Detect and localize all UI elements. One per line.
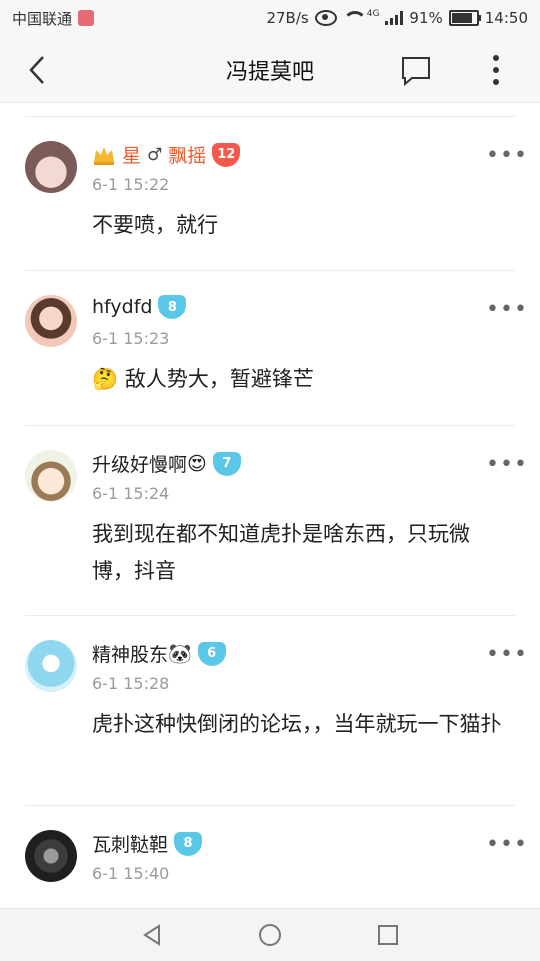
page-title: 冯提莫吧 (225, 60, 314, 85)
eye-comfort-icon (314, 10, 337, 26)
reply-button[interactable] (398, 52, 434, 88)
post-time: 6-1 15:22 (92, 175, 170, 194)
more-options-icon[interactable]: ••• (486, 642, 527, 667)
wifi-icon (342, 11, 367, 25)
post-text: 敌人势大，暂避锋芒 (124, 367, 314, 391)
nav-home-button[interactable] (256, 921, 284, 949)
triangle-back-icon (143, 924, 160, 946)
divider (25, 805, 515, 806)
gender-symbol: ♂ (147, 144, 163, 165)
comment-icon (402, 57, 430, 87)
more-options-icon[interactable]: ••• (486, 143, 527, 168)
carrier-label: 中国联通 (12, 9, 73, 28)
post-content: 🤔 敌人势大，暂避锋芒 (92, 361, 510, 398)
username-text: 飘摇 (168, 145, 207, 167)
heart-eyes-emoji-icon: 😍 (187, 452, 207, 475)
username-text: 星 (122, 145, 142, 167)
nav-back-button[interactable] (138, 921, 166, 949)
avatar[interactable] (25, 640, 77, 692)
username[interactable]: hfydfd 8 (92, 295, 187, 319)
square-recents-icon (378, 925, 398, 945)
status-bar: 中国联通 27B/s 4G 91% 14:50 (0, 0, 540, 36)
username-text: 升级好慢啊 (92, 454, 188, 476)
header-bar: 冯提莫吧 (0, 36, 540, 103)
avatar[interactable] (25, 295, 77, 347)
post-content: 不要喷，就行 (92, 213, 218, 237)
signal-icon (385, 11, 404, 25)
level-badge: 8 (158, 295, 187, 319)
clock: 14:50 (484, 9, 528, 27)
more-options-icon[interactable]: ••• (486, 452, 527, 477)
reply-list: 星 ♂ 飘摇 12 6-1 15:22 ••• 不要喷，就行 hfydfd 8 … (0, 102, 540, 908)
avatar[interactable] (25, 450, 77, 502)
avatar[interactable] (25, 830, 77, 882)
username-text: hfydfd (92, 296, 153, 318)
more-options-icon[interactable]: ••• (486, 297, 527, 322)
divider (25, 425, 515, 426)
username[interactable]: 升级好慢啊 😍 7 (92, 450, 241, 477)
battery-icon (448, 10, 481, 26)
level-badge: 6 (197, 641, 226, 666)
post-time: 6-1 15:40 (92, 864, 170, 883)
username[interactable]: 瓦刺鞑靼 8 (92, 830, 203, 857)
network-type: 4G (366, 9, 380, 19)
level-badge: 12 (212, 142, 241, 167)
more-vertical-icon (493, 55, 499, 85)
post-time: 6-1 15:24 (92, 484, 170, 503)
thinking-emoji-icon: 🤔 (92, 367, 119, 391)
divider (25, 116, 515, 117)
post-content: 虎扑这种快倒闭的论坛，，当年就玩一下猫扑 (92, 712, 502, 736)
system-nav-bar (0, 908, 540, 961)
crown-icon (94, 146, 114, 165)
level-badge: 8 (174, 831, 203, 856)
post-time: 6-1 15:23 (92, 329, 170, 348)
username[interactable]: 星 ♂ 飘摇 12 (92, 141, 241, 168)
battery-percent: 91% (409, 9, 443, 27)
post-time: 6-1 15:28 (92, 674, 170, 693)
panda-emoji-icon: 🐼 (168, 643, 192, 665)
network-speed: 27B/s (266, 9, 309, 27)
level-badge: 7 (212, 451, 241, 476)
more-options-icon[interactable]: ••• (486, 832, 527, 857)
username-text: 精神股东 (92, 644, 169, 666)
post-content: 我到现在都不知道虎扑是啥东西，只玩微博，抖音 (92, 522, 470, 583)
circle-home-icon (259, 924, 281, 946)
avatar[interactable] (25, 141, 77, 193)
username-text: 瓦刺鞑靼 (92, 834, 169, 856)
nav-recents-button[interactable] (374, 921, 402, 949)
divider (25, 270, 515, 271)
divider (25, 615, 515, 616)
app-notification-icon (78, 10, 95, 26)
username[interactable]: 精神股东 🐼 6 (92, 640, 226, 667)
more-menu-button[interactable] (484, 52, 508, 88)
